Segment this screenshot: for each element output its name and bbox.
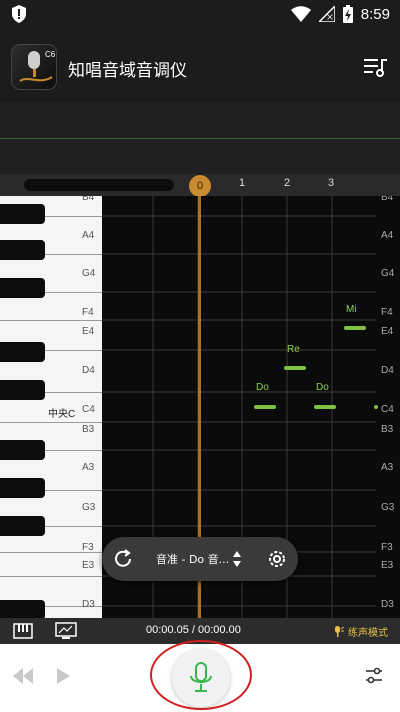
right-key-label: G4 — [381, 268, 395, 279]
timeline-tick: 2 — [284, 177, 291, 189]
status-bar: 8:59 — [0, 0, 400, 28]
key-label: A4 — [82, 230, 95, 241]
logo-text: C6 — [45, 50, 56, 59]
key-label: E4 — [82, 326, 95, 337]
playlist-music-icon[interactable] — [364, 56, 388, 78]
vocal-mode-icon — [335, 625, 345, 637]
pitch-baseline — [0, 138, 400, 139]
right-key-label: E4 — [381, 326, 394, 337]
key-label: F4 — [82, 307, 94, 318]
pitch-waveform-area — [0, 102, 400, 174]
right-key-label: G3 — [381, 502, 395, 513]
key-label: C4 — [82, 404, 95, 415]
playhead-handle[interactable]: 0 — [189, 175, 211, 197]
play-icon[interactable] — [55, 667, 71, 685]
timecode: 00:00.05 / 00:00.00 — [146, 624, 241, 636]
gear-icon[interactable] — [266, 548, 288, 570]
status-time: 8:59 — [360, 5, 390, 23]
target-note-bar — [344, 326, 366, 330]
right-key-label: E3 — [381, 560, 394, 571]
signal-icon — [318, 6, 335, 22]
right-key-label: A4 — [381, 230, 394, 241]
target-note-bar — [284, 366, 306, 370]
equalizer-settings-icon[interactable] — [364, 666, 384, 686]
target-note-bar — [254, 405, 276, 409]
right-key-label: C4 — [381, 404, 394, 415]
black-key[interactable] — [0, 516, 45, 536]
right-key-label: D4 — [381, 365, 394, 376]
middle-c-label: 中央C — [48, 409, 76, 420]
tuner-mode-label[interactable]: 音准 - Do 音... — [156, 551, 229, 567]
app-header: C6 知唱音域音调仪 — [0, 28, 400, 102]
piano-icon[interactable] — [13, 623, 33, 639]
wifi-icon — [290, 6, 311, 22]
black-key[interactable] — [0, 240, 45, 260]
app-logo: C6 — [11, 44, 57, 90]
right-key-label: F4 — [381, 307, 393, 318]
note-name: Mi — [346, 304, 357, 315]
black-key[interactable] — [0, 278, 45, 298]
screen-icon[interactable] — [55, 622, 77, 640]
key-label: G3 — [82, 502, 96, 513]
timeline-scrollbar[interactable] — [24, 179, 174, 191]
note-name: Re — [287, 344, 300, 355]
right-key-label: D3 — [381, 599, 394, 610]
key-label: D4 — [82, 365, 95, 376]
refresh-icon[interactable] — [112, 548, 134, 570]
key-label: A3 — [82, 462, 95, 473]
microphone-logo-icon: C6 — [19, 50, 56, 82]
target-note-bar — [314, 405, 336, 409]
key-label: E3 — [82, 560, 95, 571]
piano-keyboard[interactable]: B4 A4 G4 F4 E4 D4 中央C C4 B3 A3 G3 F3 E3 … — [0, 196, 102, 618]
right-key-label: B4 — [381, 196, 394, 203]
right-key-label: F3 — [381, 542, 393, 553]
tuner-popup: 音准 - Do 音... — [102, 537, 298, 581]
vocal-mode-label: 练声模式 — [348, 628, 388, 639]
alert-shield-icon — [12, 5, 26, 23]
black-key[interactable] — [0, 440, 45, 460]
key-label: G4 — [82, 268, 96, 279]
up-down-arrow-icon[interactable] — [232, 550, 242, 568]
right-key-label: A3 — [381, 462, 394, 473]
key-label: F3 — [82, 542, 94, 553]
app-title: 知唱音域音调仪 — [68, 61, 187, 81]
vocal-mode-button[interactable]: 练声模式 — [331, 624, 388, 639]
black-key[interactable] — [0, 380, 45, 400]
rewind-icon[interactable] — [12, 668, 34, 684]
key-label: D3 — [82, 599, 95, 610]
right-key-label: B3 — [381, 424, 394, 435]
timeline-tick: 1 — [239, 177, 246, 189]
key-label: B4 — [82, 196, 95, 203]
black-key[interactable] — [0, 204, 45, 224]
black-key[interactable] — [0, 600, 45, 618]
right-note-labels: B4 A4 G4 F4 E4 D4 C4 B3 A3 G3 F3 E3 D3 — [376, 196, 400, 618]
timeline-tick: 3 — [328, 177, 335, 189]
black-key[interactable] — [0, 342, 45, 362]
highlight-annotation-circle — [150, 640, 252, 710]
target-note-bar — [374, 405, 378, 409]
battery-charging-icon — [342, 5, 353, 23]
black-key[interactable] — [0, 478, 45, 498]
key-label: B3 — [82, 424, 95, 435]
note-name: Do — [256, 382, 269, 393]
note-name: Do — [316, 382, 329, 393]
